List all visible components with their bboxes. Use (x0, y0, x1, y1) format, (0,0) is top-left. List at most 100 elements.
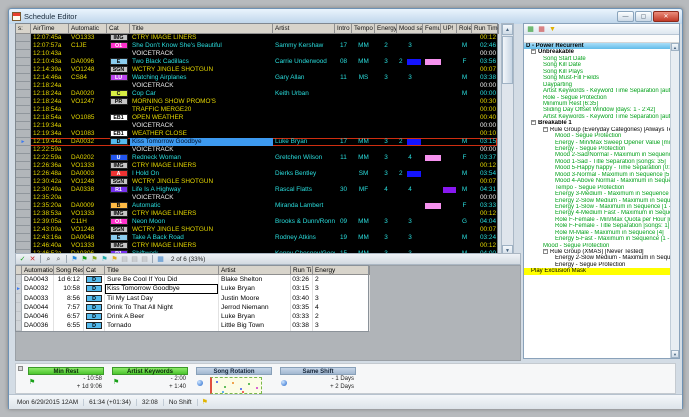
minimize-button[interactable]: — (617, 11, 634, 22)
schedule-row[interactable]: 12:30:42aVO1248SGNWCTRY JINGLE SHOTGUN00… (16, 178, 497, 186)
candidate-row[interactable]: DA00431d 6:12DSure Be Cool If You DidBla… (16, 275, 368, 284)
schedule-row[interactable]: 12:14:46aCS84LUWatching AirplanesGary Al… (16, 74, 497, 82)
rule-label: Play Exclusion Mask (531, 268, 586, 274)
schedule-row[interactable]: ►12:19:44aDA0032DKiss Tomorrow GoodbyeLu… (16, 138, 497, 146)
category-badge: O1 (110, 218, 128, 225)
schedule-row[interactable]: 12:10:43aVOICETRACK00:00 (16, 50, 497, 58)
column-header[interactable]: Automation (22, 266, 54, 275)
candidate-row[interactable]: DA00447:57DDrink To That All NightJerrod… (16, 303, 368, 312)
schedule-row[interactable]: 12:18:54aTRAFFIC MERGE2000:00 (16, 106, 497, 114)
candidate-row[interactable]: DA00366:55DTornadoLittle Big Town03:383 (16, 321, 368, 330)
schedule-row[interactable]: 12:19:34aVO1083EB1WEATHER CLOSE00:10 (16, 130, 497, 138)
rule-tree-item[interactable]: Play Exclusion Mask (524, 268, 670, 274)
schedule-row[interactable]: 12:22:59aVOICETRACK00:00 (16, 146, 497, 154)
schedule-row[interactable]: 12:43:09aVO1248SGNWCTRY JINGLE SHOTGUN00… (16, 226, 497, 234)
title-cell: VOICETRACK (130, 82, 273, 90)
find-icon[interactable]: ⌕ (44, 255, 53, 264)
doc-icon-1[interactable]: ▤ (120, 255, 129, 264)
flag-olive-icon[interactable]: ⚑ (90, 255, 99, 264)
schedule-row[interactable]: 12:07:45aVO1333IMGCTRY IMAGE LINERS00:12 (16, 34, 497, 42)
grid-green-icon[interactable]: ▦ (526, 25, 535, 34)
schedule-row[interactable]: 12:18:24aVOICETRACK00:00 (16, 82, 497, 90)
collapse-icon[interactable]: − (531, 49, 536, 54)
schedule-row[interactable]: 12:26:36aVO1333IMGCTRY IMAGE LINERS00:12 (16, 162, 497, 170)
column-header[interactable]: AirTime (31, 24, 69, 34)
column-header[interactable]: Run Time (472, 24, 499, 34)
candidate-row[interactable]: DA00338:56DTil My Last DayJustin Moore03… (16, 294, 368, 303)
maximize-button[interactable]: ▢ (635, 11, 652, 22)
status-item: No Shift (164, 399, 198, 406)
accept-icon[interactable]: ✓ (18, 255, 27, 264)
tree-scroll-up-icon[interactable]: ▲ (671, 43, 679, 51)
flag-teal-icon[interactable]: ⚑ (100, 255, 109, 264)
pin-icon[interactable] (18, 366, 23, 371)
scroll-up-icon[interactable]: ▲ (502, 24, 513, 35)
find-next-icon[interactable]: ⌕ (54, 255, 63, 264)
column-header[interactable]: Femu (423, 24, 441, 34)
column-header[interactable]: Cat (107, 24, 130, 34)
schedule-row[interactable]: 12:30:49aDA0338R1Life Is A HighwayRascal… (16, 186, 497, 194)
candidate-row[interactable]: ►DA003210:58DKiss Tomorrow GoodbyeLuke B… (16, 284, 368, 293)
schedule-row[interactable]: 12:22:59aDA0202URedneck WomanGretchen Wi… (16, 154, 497, 162)
column-header-marker[interactable]: s: (16, 24, 31, 34)
title-cell: CTRY IMAGE LINERS (130, 242, 273, 250)
column-header[interactable]: Cat (84, 266, 105, 275)
schedule-row[interactable]: 12:39:05aC11HO1Neon MoonBrooks & Dunn/Ro… (16, 218, 497, 226)
rule-label: Rule Group (Everyday Categories) [Always… (550, 127, 670, 133)
column-header[interactable]: Artist (219, 266, 291, 275)
column-header[interactable]: Energy (313, 266, 370, 275)
candidate-toolbar: ✓✕⌕⌕⚑⚑⚑⚑⚑▤▤▤▦2 of 6 (33%) (15, 253, 521, 265)
column-header[interactable]: Title (105, 266, 219, 275)
grid-icon[interactable]: ▦ (156, 255, 165, 264)
title-cell: Kiss Tomorrow Goodbye (105, 284, 219, 293)
tree-scroll-down-icon[interactable]: ▼ (671, 350, 679, 358)
schedule-row[interactable]: 12:26:48aDA0003AI Hold OnDierks BentleyS… (16, 170, 497, 178)
schedule-row[interactable]: 12:14:39aVO1248SGNWCTRY JINGLE SHOTGUN00… (16, 66, 497, 74)
schedule-row[interactable]: 12:35:20aDA0009BAutomaticMiranda Lambert… (16, 202, 497, 210)
column-header[interactable]: Role (457, 24, 472, 34)
reject-icon[interactable]: ✕ (28, 255, 37, 264)
category-badge: E (110, 58, 128, 65)
schedule-row[interactable]: 12:18:54aVO1085EB1OPEN WEATHER00:40 (16, 114, 497, 122)
collapse-icon[interactable]: − (543, 249, 548, 254)
schedule-row[interactable]: 12:43:16aDA0048ETake A Back RoadRodney A… (16, 234, 497, 242)
doc-icon-2[interactable]: ▤ (130, 255, 139, 264)
doc-icon-3[interactable]: ▤ (140, 255, 149, 264)
column-header[interactable]: Intro 1 (335, 24, 352, 34)
dock-panel-value: + 1d 9:06 (28, 383, 104, 391)
flag-blue-icon[interactable]: ⚑ (70, 255, 79, 264)
column-header[interactable]: Title (130, 24, 273, 34)
ball-icon (281, 380, 287, 386)
schedule-row[interactable]: 12:38:53aVO1333IMGCTRY IMAGE LINERS00:12 (16, 210, 497, 218)
collapse-icon[interactable]: − (531, 120, 536, 125)
candidate-row[interactable]: DA00466:57DDrink A BeerLuke Bryan03:332 (16, 312, 368, 321)
column-header[interactable]: Artist (273, 24, 335, 34)
schedule-row[interactable]: 12:18:24aDA0020CCop CarKeith UrbanM00:00 (16, 90, 497, 98)
rule-tree-scrollbar[interactable]: ▲ ▼ (670, 43, 679, 358)
schedule-row[interactable]: 12:18:24aVO1247PRMORNING SHOW PROMO'S00:… (16, 98, 497, 106)
titlebar[interactable]: Schedule Editor — ▢ ✕ (9, 9, 682, 24)
schedule-row[interactable]: 12:35:20aVOICETRACK00:00 (16, 194, 497, 202)
flag-green-icon[interactable]: ⚑ (80, 255, 89, 264)
schedule-row[interactable]: 12:07:57aC1JEO1She Don't Know She's Beau… (16, 42, 497, 50)
grid-red-icon[interactable]: ▦ (537, 25, 546, 34)
schedule-log-grid: s:AirTimeAutomaticCatTitleArtistIntro 1T… (15, 23, 498, 257)
column-header[interactable]: UP! (441, 24, 457, 34)
column-header[interactable]: Mood sad (397, 24, 423, 34)
scrollbar-thumb[interactable] (502, 36, 513, 84)
column-header[interactable]: Song Rest (54, 266, 84, 275)
column-header[interactable]: Tempo (352, 24, 375, 34)
schedule-row[interactable]: 12:19:34aVOICETRACK00:00 (16, 122, 497, 130)
schedule-row[interactable]: 12:46:40aVO1333IMGCTRY IMAGE LINERS00:12 (16, 242, 497, 250)
dock-panel-min-rest: Min Rest⚑- 10:58+ 1d 9:06 (28, 367, 104, 393)
column-header[interactable]: Energy (375, 24, 397, 34)
close-button[interactable]: ✕ (653, 11, 679, 22)
schedule-row[interactable]: 12:10:43aDA0096ETwo Black CadillacsCarri… (16, 58, 497, 66)
filter-icon[interactable]: ▼ (548, 25, 557, 34)
column-header[interactable]: Run Time (291, 266, 313, 275)
flag-gold-icon[interactable]: ⚑ (110, 255, 119, 264)
title-cell: WCTRY JINGLE SHOTGUN (130, 178, 273, 186)
collapse-icon[interactable]: − (543, 127, 548, 132)
schedule-log-scrollbar[interactable]: ▲ ▼ (501, 23, 514, 257)
column-header[interactable]: Automatic (69, 24, 107, 34)
